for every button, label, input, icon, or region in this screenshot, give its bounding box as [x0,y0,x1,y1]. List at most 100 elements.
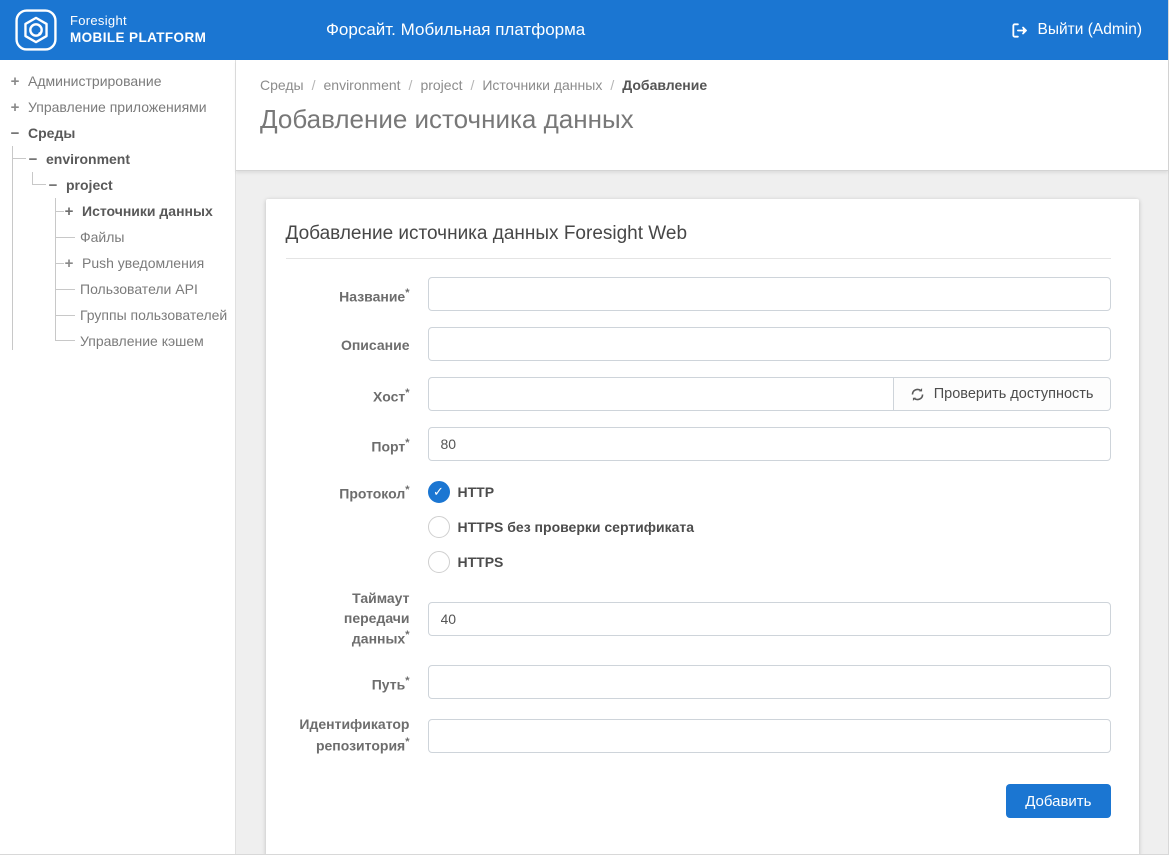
sidebar-item-файлы[interactable]: Файлы [0,224,235,250]
expand-icon[interactable]: + [62,255,76,272]
name-label: Название* [286,277,410,311]
form-row-protocol: Протокол* ✓ HTTP HTTPS без проверки сертиф… [286,477,1111,573]
required-mark: * [405,437,409,449]
collapse-icon[interactable]: − [26,151,40,168]
add-datasource-form: Название* Описание Хост* [286,277,1111,818]
sidebar-item-группы-пользователей[interactable]: Группы пользователей [0,302,235,328]
sidebar-item-среды[interactable]: −Среды [0,120,235,146]
required-mark: * [405,287,409,299]
protocol-option-https[interactable]: HTTPS [428,551,1111,573]
logout-label: Выйти (Admin) [1038,21,1142,39]
radio-checked-icon[interactable]: ✓ [428,481,450,503]
radio-option-label: HTTP [458,484,495,500]
breadcrumb-separator: / [470,77,474,93]
description-label: Описание [286,327,410,361]
expand-icon[interactable]: + [62,203,76,220]
repository-input[interactable] [428,719,1111,753]
app-logo[interactable]: Foresight MOBILE PLATFORM [14,8,206,52]
host-input[interactable] [428,377,894,411]
breadcrumb-item-1[interactable]: Среды [260,77,304,93]
form-row-port: Порт* [286,427,1111,461]
required-mark: * [405,675,409,687]
path-label: Путь* [286,665,410,699]
required-mark: * [405,629,409,641]
radio-option-label: HTTPS без проверки сертификата [458,519,695,535]
radio-unchecked-icon[interactable] [428,551,450,573]
app-title: Форсайт. Мобильная платформа [326,20,585,40]
collapse-icon[interactable]: − [46,177,60,194]
check-availability-label: Проверить доступность [934,386,1094,402]
sidebar-item-label: Файлы [80,229,124,245]
page-title: Добавление источника данных [260,104,1144,135]
sidebar-item-label: environment [46,151,130,167]
sidebar-item-источники-данных[interactable]: + Источники данных [0,198,235,224]
page-header: Среды / environment / project / Источники данн… [236,60,1168,171]
sidebar-item-label: Push уведомления [82,255,204,271]
required-mark: * [405,387,409,399]
sidebar-item-push-уведомления[interactable]: + Push уведомления [0,250,235,276]
sidebar-navigation-tree: + Администрирование + Управление приложения… [0,60,236,854]
required-mark: * [405,736,409,748]
path-input[interactable] [428,665,1111,699]
breadcrumb: Среды / environment / project / Источники данн… [260,77,1144,93]
protocol-label: Протокол* [286,477,410,573]
app-window: Foresight MOBILE PLATFORM Форсайт. Мобил… [0,0,1169,855]
description-input[interactable] [428,327,1111,361]
breadcrumb-item-4[interactable]: Источники данных [482,77,602,93]
breadcrumb-item-3[interactable]: project [420,77,462,93]
sidebar-item-label: Среды [28,125,75,141]
radio-unchecked-icon[interactable] [428,516,450,538]
logout-button[interactable]: Выйти (Admin) [1011,21,1142,39]
sidebar-item-управление-приложениями[interactable]: + Управление приложениями [0,94,235,120]
brand-subtitle: MOBILE PLATFORM [70,30,206,47]
host-label: Хост* [286,377,410,411]
sidebar-item-label: Источники данных [82,203,213,219]
port-label: Порт* [286,427,410,461]
app-header: Foresight MOBILE PLATFORM Форсайт. Мобил… [0,0,1168,60]
foresight-logo-icon [14,8,58,52]
collapse-icon[interactable]: − [8,125,22,142]
card-title: Добавление источника данных Foresight We… [286,215,1111,259]
name-input[interactable] [428,277,1111,311]
repository-label: Идентификаторрепозитория* [286,715,410,756]
logout-icon [1011,22,1028,39]
submit-button[interactable]: Добавить [1006,784,1110,818]
expand-icon[interactable]: + [8,99,22,116]
sidebar-item-управление-кэшем[interactable]: Управление кэшем [0,328,235,354]
sidebar-item-администрирование[interactable]: + Администрирование [0,68,235,94]
radio-option-label: HTTPS [458,554,504,570]
sidebar-item-label: Управление кэшем [80,333,204,349]
page-body: Добавление источника данных Foresight We… [236,171,1168,854]
timeout-label: Таймаутпередачи данных* [286,589,410,649]
form-row-timeout: Таймаутпередачи данных* [286,589,1111,649]
sidebar-item-label: project [66,177,113,193]
required-mark: * [405,484,409,496]
sidebar-item-пользователи-api[interactable]: Пользователи API [0,276,235,302]
refresh-icon [910,387,925,402]
timeout-input[interactable] [428,602,1111,636]
protocol-option-http[interactable]: ✓ HTTP [428,481,1111,503]
brand-name: Foresight [70,13,206,29]
breadcrumb-separator: / [610,77,614,93]
protocol-option-https-без-проверки-сертификата[interactable]: HTTPS без проверки сертификата [428,516,1111,538]
port-input[interactable] [428,427,1111,461]
sidebar-item-project[interactable]: −project [0,172,235,198]
tree: + Администрирование + Управление приложения… [0,68,235,354]
sidebar-item-label: Пользователи API [80,281,198,297]
check-availability-button[interactable]: Проверить доступность [894,377,1111,411]
expand-icon[interactable]: + [8,73,22,90]
form-row-repository: Идентификаторрепозитория* [286,715,1111,756]
breadcrumb-item-2[interactable]: environment [324,77,401,93]
sidebar-item-environment[interactable]: −environment [0,146,235,172]
protocol-radio-group: ✓ HTTP HTTPS без проверки сертификата HTTPS [428,477,1111,573]
form-row-name: Название* [286,277,1111,311]
form-row-host: Хост* [286,377,1111,411]
sidebar-item-label: Администрирование [28,73,162,89]
sidebar-item-label: Управление приложениями [28,99,207,115]
form-actions: Добавить [286,784,1111,818]
form-row-description: Описание [286,327,1111,361]
breadcrumb-item-5: Добавление [622,77,707,93]
breadcrumb-separator: / [312,77,316,93]
breadcrumb-separator: / [409,77,413,93]
add-datasource-card: Добавление источника данных Foresight We… [266,199,1139,854]
